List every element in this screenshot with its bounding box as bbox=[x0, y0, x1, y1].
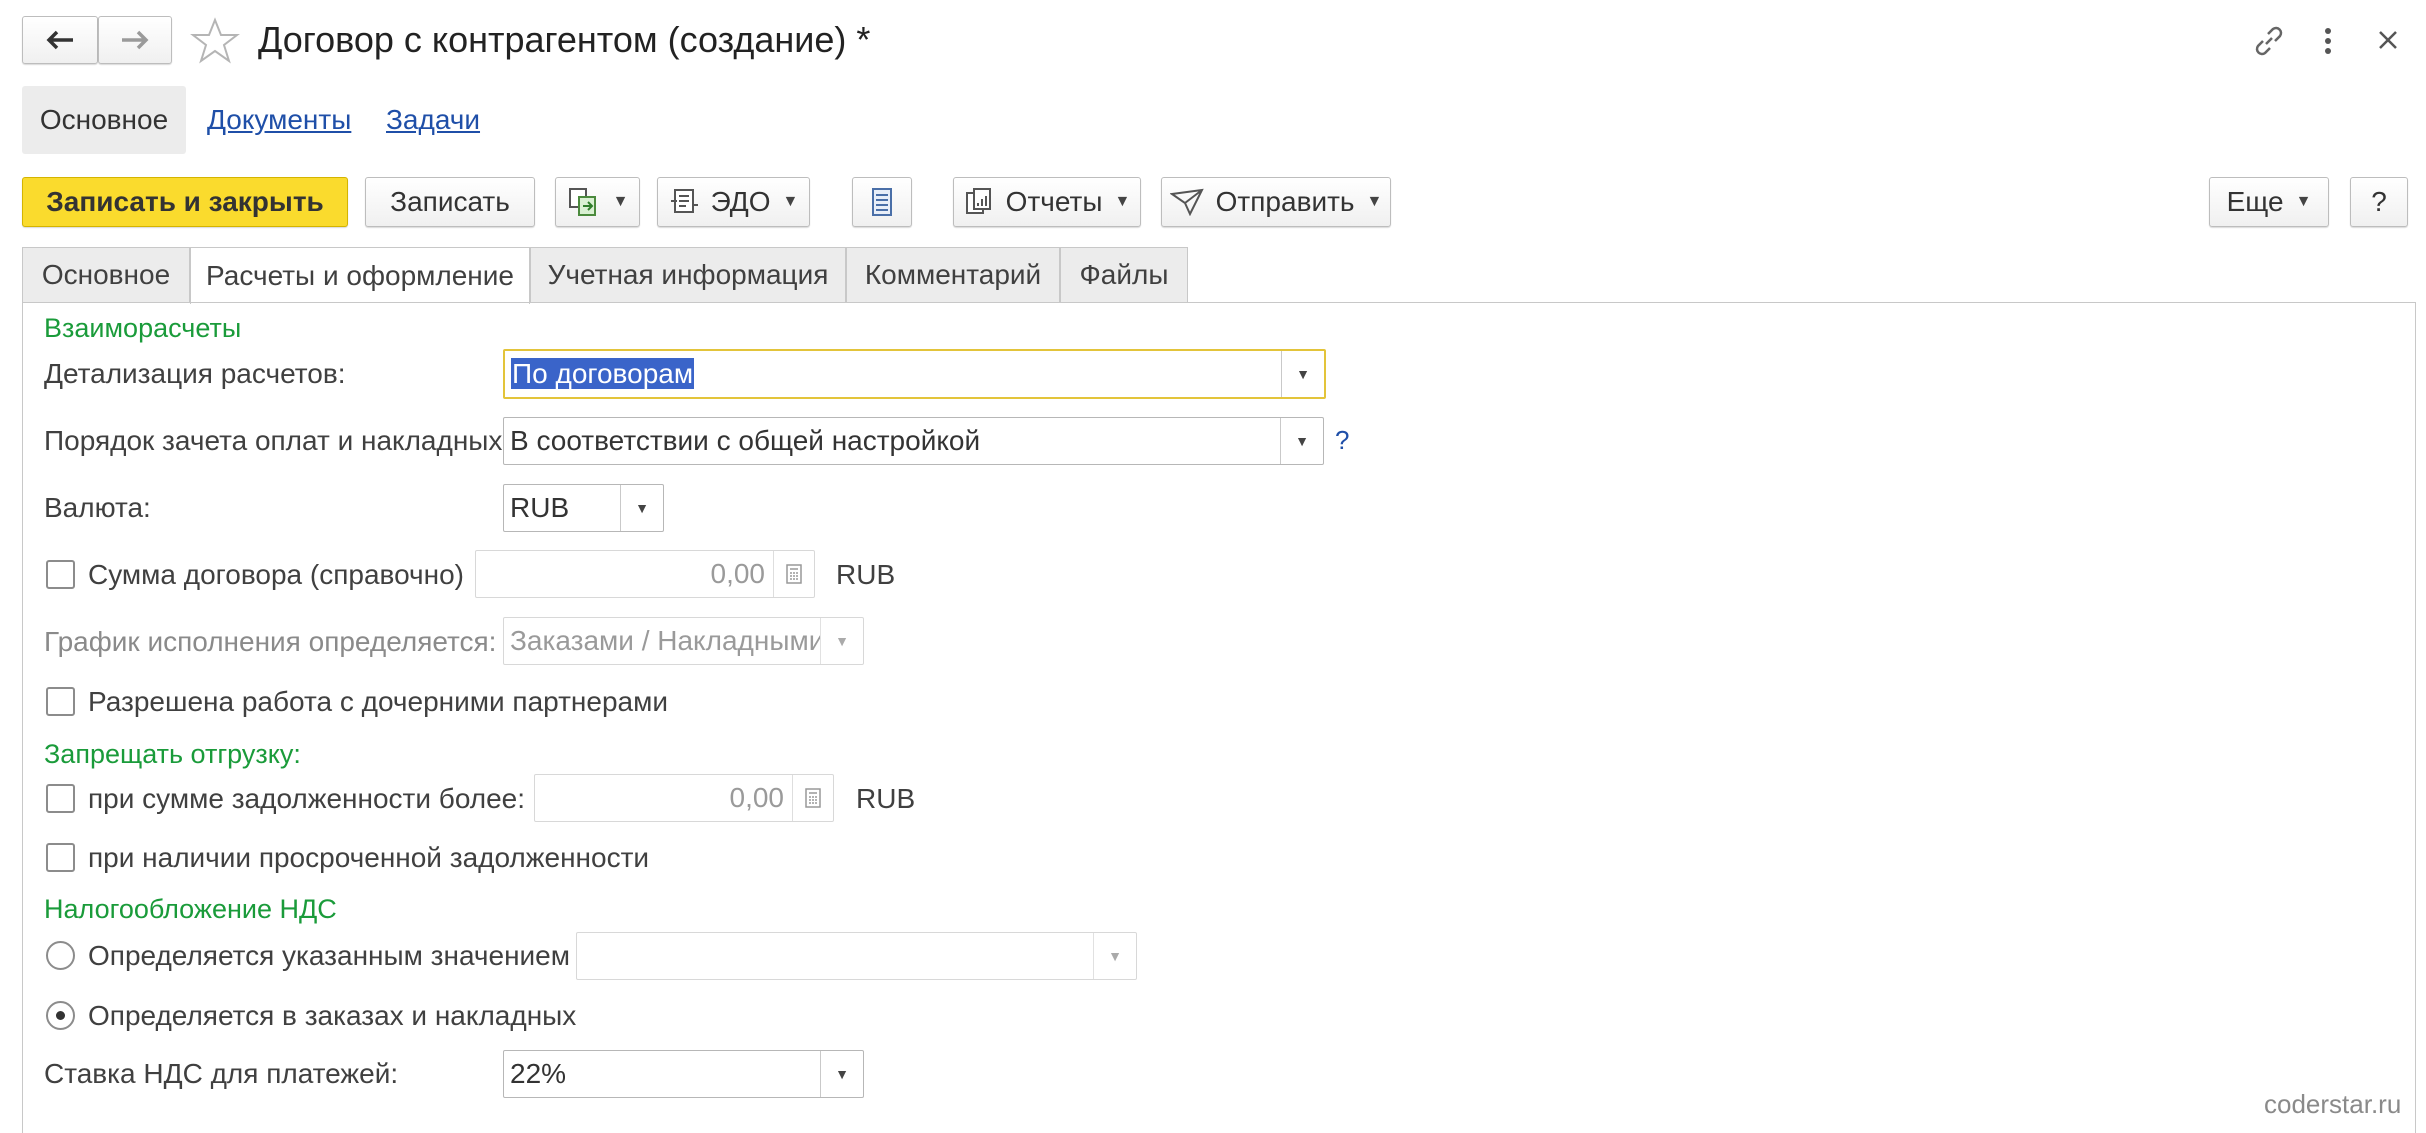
detail-label: Детализация расчетов: bbox=[44, 358, 346, 389]
tab-accounting-info[interactable]: Учетная информация bbox=[530, 247, 846, 302]
chevron-down-icon[interactable]: ▼ bbox=[1280, 418, 1323, 464]
offset-help-link[interactable]: ? bbox=[1335, 425, 1349, 456]
detail-value: По договорам bbox=[511, 358, 695, 389]
schedule-select[interactable]: Заказами / Накладными ▼ bbox=[503, 617, 864, 665]
chevron-down-icon: ▼ bbox=[1366, 193, 1383, 210]
vat-rate-value: 22% bbox=[510, 1058, 567, 1089]
vat-rate-label: Ставка НДС для платежей: bbox=[44, 1058, 399, 1089]
vat-rate-select[interactable]: 22% ▼ bbox=[503, 1050, 864, 1098]
vat-specified-select[interactable]: ▼ bbox=[576, 932, 1137, 980]
tab-comment[interactable]: Комментарий bbox=[846, 247, 1060, 302]
save-label: Записать bbox=[390, 186, 510, 217]
tab-settlements[interactable]: Расчеты и оформление bbox=[190, 247, 530, 304]
edo-icon bbox=[670, 189, 698, 213]
nav-item-tasks[interactable]: Задачи bbox=[386, 104, 480, 136]
nav-item-main-label: Основное bbox=[39, 104, 169, 135]
offset-select[interactable]: В соответствии с общей настройкой ▼ bbox=[503, 417, 1324, 465]
currency-label: Валюта: bbox=[44, 492, 151, 523]
vat-orders-radio[interactable] bbox=[46, 1001, 75, 1030]
send-icon bbox=[1169, 188, 1204, 216]
reports-icon bbox=[965, 188, 991, 214]
more-label: Еще bbox=[2226, 186, 2284, 217]
reports-button[interactable]: Отчеты ▼ bbox=[953, 177, 1141, 227]
debt-currency: RUB bbox=[856, 783, 916, 814]
overdue-label: при наличии просроченной задолженности bbox=[88, 842, 650, 873]
tab-files-label: Файлы bbox=[1079, 259, 1169, 290]
currency-value: RUB bbox=[510, 492, 570, 523]
subsidiary-checkbox[interactable] bbox=[46, 687, 75, 716]
calculator-icon[interactable] bbox=[773, 551, 814, 597]
window-title: Договор с контрагентом (создание) * bbox=[258, 19, 871, 60]
amount-checkbox[interactable] bbox=[46, 560, 75, 589]
detail-select[interactable]: По договорам ▼ bbox=[503, 349, 1326, 399]
tab-files[interactable]: Файлы bbox=[1060, 247, 1188, 302]
more-button[interactable]: Еще ▼ bbox=[2209, 177, 2329, 227]
debt-checkbox[interactable] bbox=[46, 784, 75, 813]
nav-item-main[interactable]: Основное bbox=[22, 86, 186, 154]
chevron-down-icon: ▼ bbox=[612, 193, 629, 210]
debt-input[interactable]: 0,00 bbox=[534, 774, 834, 822]
save-button[interactable]: Записать bbox=[365, 177, 535, 227]
chevron-down-icon: ▼ bbox=[1114, 193, 1131, 210]
tab-settlements-label: Расчеты и оформление bbox=[206, 260, 514, 291]
vat-specified-radio[interactable] bbox=[46, 941, 75, 970]
amount-value: 0,00 bbox=[710, 558, 766, 589]
debt-value: 0,00 bbox=[729, 782, 785, 813]
create-based-on-icon bbox=[568, 188, 596, 216]
send-button[interactable]: Отправить ▼ bbox=[1161, 177, 1391, 227]
amount-label: Сумма договора (справочно) bbox=[88, 559, 464, 590]
save-and-close-button[interactable]: Записать и закрыть bbox=[22, 177, 348, 227]
debt-label: при сумме задолженности более: bbox=[88, 783, 526, 814]
back-button[interactable] bbox=[22, 16, 98, 64]
section-forbid-title: Запрещать отгрузку: bbox=[44, 739, 301, 769]
chevron-down-icon[interactable]: ▼ bbox=[820, 618, 863, 664]
tab-accounting-info-label: Учетная информация bbox=[547, 259, 829, 290]
edo-label: ЭДО bbox=[710, 186, 771, 217]
watermark: coderstar.ru bbox=[2264, 1089, 2402, 1119]
tab-main[interactable]: Основное bbox=[22, 247, 190, 302]
tab-main-label: Основное bbox=[41, 259, 171, 290]
more-vertical-icon[interactable] bbox=[2318, 24, 2338, 58]
section-vat-title: Налогообложение НДС bbox=[44, 894, 337, 924]
amount-currency: RUB bbox=[836, 559, 896, 590]
vat-orders-label: Определяется в заказах и накладных bbox=[88, 1000, 577, 1031]
chevron-down-icon[interactable]: ▼ bbox=[620, 485, 663, 531]
create-based-on-button[interactable]: ▼ bbox=[555, 177, 640, 227]
chevron-down-icon[interactable]: ▼ bbox=[1281, 351, 1324, 397]
offset-label: Порядок зачета оплат и накладных: bbox=[44, 425, 511, 456]
close-icon[interactable] bbox=[2376, 28, 2400, 52]
help-button[interactable]: ? bbox=[2350, 177, 2408, 227]
amount-input[interactable]: 0,00 bbox=[475, 550, 815, 598]
vat-specified-label: Определяется указанным значением bbox=[88, 940, 571, 971]
calculator-icon[interactable] bbox=[792, 775, 833, 821]
arrow-right-icon bbox=[122, 30, 149, 50]
document-list-icon bbox=[872, 188, 892, 216]
save-and-close-label: Записать и закрыть bbox=[46, 186, 324, 217]
edo-button[interactable]: ЭДО ▼ bbox=[657, 177, 810, 227]
send-label: Отправить bbox=[1215, 186, 1355, 217]
chevron-down-icon: ▼ bbox=[2295, 193, 2312, 210]
arrow-left-icon bbox=[46, 30, 73, 50]
help-label: ? bbox=[2371, 186, 2387, 217]
section-settlements-title: Взаиморасчеты bbox=[44, 313, 242, 343]
offset-value: В соответствии с общей настройкой bbox=[510, 425, 981, 456]
forward-button[interactable] bbox=[98, 16, 172, 64]
link-icon[interactable] bbox=[2252, 24, 2286, 58]
chevron-down-icon[interactable]: ▼ bbox=[1093, 933, 1136, 979]
chevron-down-icon[interactable]: ▼ bbox=[820, 1051, 863, 1097]
nav-item-documents[interactable]: Документы bbox=[207, 104, 351, 136]
schedule-value: Заказами / Накладными bbox=[510, 625, 820, 656]
currency-select[interactable]: RUB ▼ bbox=[503, 484, 664, 532]
schedule-label: График исполнения определяется: bbox=[44, 626, 497, 657]
star-icon[interactable] bbox=[190, 16, 240, 66]
subsidiary-label: Разрешена работа с дочерними партнерами bbox=[88, 686, 669, 717]
chevron-down-icon: ▼ bbox=[782, 193, 799, 210]
tab-comment-label: Комментарий bbox=[864, 259, 1042, 290]
reports-label: Отчеты bbox=[1005, 186, 1103, 217]
structure-button[interactable] bbox=[852, 177, 912, 227]
overdue-checkbox[interactable] bbox=[46, 843, 75, 872]
